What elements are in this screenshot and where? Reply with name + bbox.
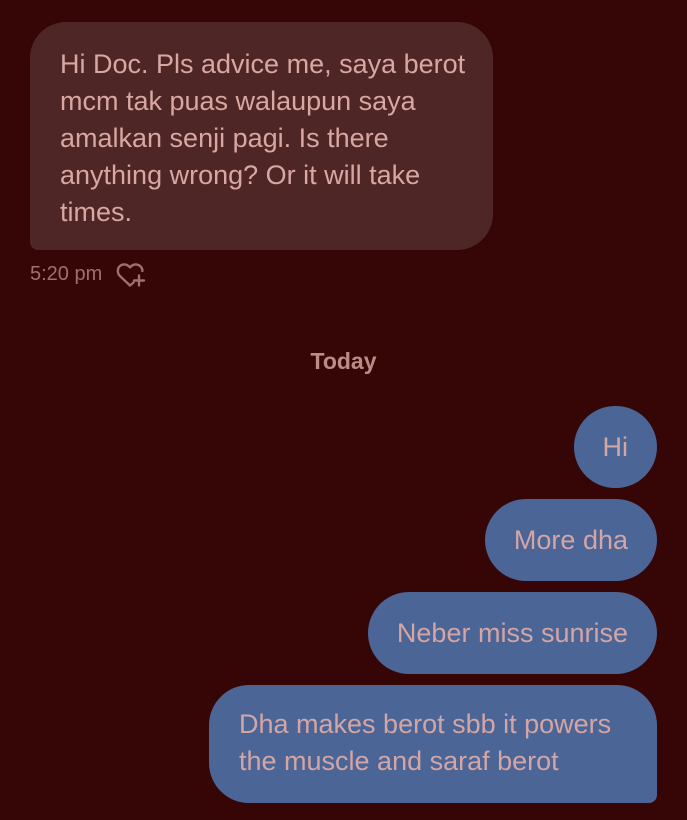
outgoing-message-text: More dha xyxy=(513,525,628,555)
date-separator: Today xyxy=(310,348,377,374)
incoming-message-text: Hi Doc. Pls advice me, saya berot mcm ta… xyxy=(60,49,466,227)
outgoing-message-bubble[interactable]: Hi xyxy=(573,406,657,488)
heart-plus-icon[interactable] xyxy=(116,260,146,288)
outgoing-message-bubble[interactable]: Dha makes berot sbb it powers the muscle… xyxy=(209,685,657,803)
outgoing-message-bubble[interactable]: More dha xyxy=(484,499,657,581)
outgoing-message-text: Neber miss sunrise xyxy=(396,618,628,648)
outgoing-message-bubble[interactable]: Neber miss sunrise xyxy=(367,592,657,674)
message-timestamp: 5:20 pm xyxy=(30,262,103,285)
outgoing-message-text: Hi xyxy=(602,432,629,462)
message-meta: 5:20 pm xyxy=(30,258,146,290)
incoming-message-bubble[interactable]: Hi Doc. Pls advice me, saya berot mcm ta… xyxy=(30,22,493,250)
outgoing-message-text: Dha makes berot sbb it powers the muscle… xyxy=(239,709,612,776)
conversation-view: Hi Doc. Pls advice me, saya berot mcm ta… xyxy=(0,0,687,820)
